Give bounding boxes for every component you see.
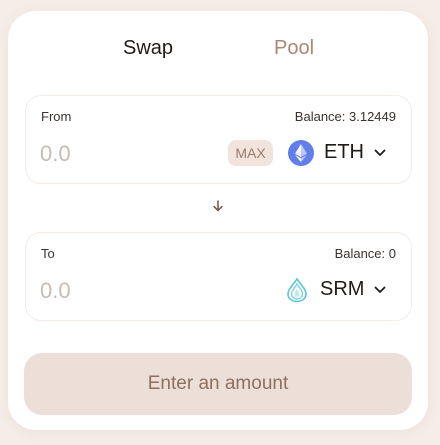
from-balance: Balance: 3.12449 bbox=[294, 109, 396, 124]
enter-amount-button[interactable]: Enter an amount bbox=[24, 353, 412, 415]
from-label: From bbox=[41, 109, 72, 124]
to-amount-input[interactable] bbox=[40, 278, 170, 304]
tab-pool[interactable]: Pool bbox=[274, 37, 314, 60]
from-amount-input[interactable] bbox=[40, 141, 170, 167]
max-button[interactable]: MAX bbox=[228, 140, 273, 166]
tab-swap[interactable]: Swap bbox=[123, 37, 173, 60]
ethereum-icon bbox=[288, 140, 314, 166]
tab-bar: Swap Pool bbox=[8, 37, 428, 67]
arrow-down-icon[interactable] bbox=[211, 199, 225, 213]
chevron-down-icon bbox=[374, 286, 386, 293]
chevron-down-icon bbox=[374, 149, 386, 156]
to-token-symbol: SRM bbox=[320, 278, 365, 300]
to-balance: Balance: 0 bbox=[334, 246, 396, 261]
from-token-symbol: ETH bbox=[324, 141, 364, 163]
serum-icon bbox=[287, 277, 307, 303]
from-panel: From Balance: 3.12449 MAX ETH bbox=[25, 95, 412, 184]
swap-card: Swap Pool From Balance: 3.12449 MAX ETH bbox=[8, 11, 428, 430]
to-panel: To Balance: 0 SRM bbox=[25, 232, 412, 321]
to-label: To bbox=[41, 246, 55, 261]
